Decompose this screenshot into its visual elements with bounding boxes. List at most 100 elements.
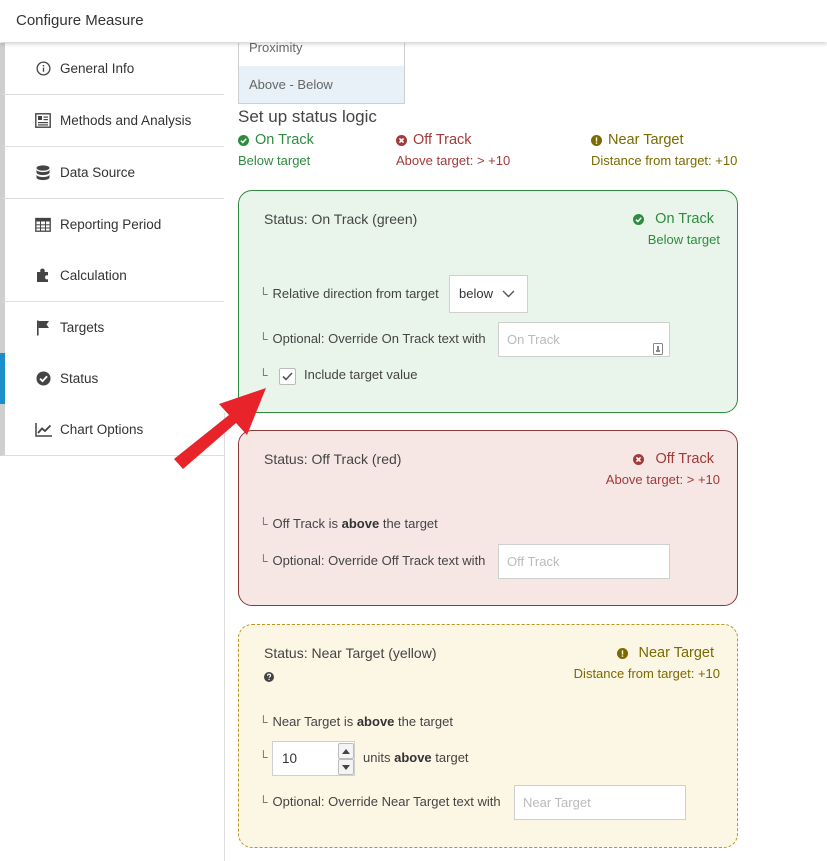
document-icon — [33, 111, 53, 131]
chevron-down-icon — [502, 276, 515, 312]
input-placeholder: Off Track — [507, 554, 560, 569]
sidebar-item-label: Reporting Period — [60, 217, 162, 232]
line-chart-icon — [33, 420, 53, 440]
card-badge-label: Near Target — [638, 645, 715, 661]
summary-on-track-sub: Below target — [238, 153, 311, 168]
override-row: └ Optional: Override Off Track text with — [259, 553, 485, 568]
check-circle-icon — [633, 213, 645, 225]
units-row: └ — [259, 749, 273, 764]
caret-down-icon — [342, 764, 350, 770]
rule-prefix: Off Track is — [272, 516, 339, 531]
dropdown-option-above-below[interactable]: Above - Below — [239, 66, 404, 103]
rule-row: └ Off Track is above the target — [259, 516, 438, 531]
units-direction: above — [394, 750, 432, 765]
direction-row: └ Relative direction from target — [259, 286, 439, 301]
on-track-override-input[interactable]: On Track — [498, 322, 670, 357]
status-logic-heading: Set up status logic — [238, 107, 377, 126]
include-target-checkbox[interactable] — [279, 368, 296, 385]
input-placeholder: Near Target — [523, 795, 591, 810]
card-status-badge: On Track — [633, 211, 714, 227]
checkmark-icon — [282, 369, 293, 384]
info-icon — [33, 59, 53, 79]
tree-corner-icon: └ — [259, 795, 268, 809]
card-badge-sub: Above target: > +10 — [605, 472, 720, 487]
override-label: Optional: Override On Track text with — [272, 331, 486, 346]
direction-select[interactable]: below — [449, 275, 528, 313]
sidebar-item-targets[interactable]: Targets — [0, 302, 224, 354]
sidebar-item-label: General Info — [60, 61, 135, 76]
summary-off-track-sub: Above target: > +10 — [396, 153, 511, 168]
near-target-override-input[interactable]: Near Target — [514, 785, 686, 820]
card-badge-sub: Distance from target: +10 — [573, 666, 720, 681]
summary-off-track: Off Track — [396, 132, 472, 148]
summary-near-target-sub: Distance from target: +10 — [591, 153, 738, 168]
override-label: Optional: Override Near Target text with — [272, 794, 501, 809]
card-title: Status: On Track (green) — [264, 211, 418, 227]
override-row: └ Optional: Override On Track text with — [259, 331, 486, 346]
lock-icon — [653, 334, 663, 367]
caret-up-icon — [342, 748, 350, 754]
sidebar-item-label: Status — [60, 371, 99, 386]
card-status-badge: Near Target — [616, 645, 715, 661]
units-value: 10 — [282, 751, 298, 766]
sidebar-item-methods-and-analysis[interactable]: Methods and Analysis — [0, 95, 224, 147]
near-target-card: Status: Near Target (yellow) Near Target… — [238, 624, 738, 848]
sidebar-item-label: Targets — [60, 320, 105, 335]
exclamation-circle-icon — [616, 647, 628, 659]
override-label: Optional: Override Off Track text with — [272, 553, 486, 568]
annotation-arrow-icon — [174, 388, 266, 469]
flag-icon — [33, 318, 53, 338]
rule-suffix: the target — [398, 714, 453, 729]
card-badge-sub: Below target — [647, 232, 720, 247]
tree-corner-icon: └ — [259, 554, 268, 568]
card-title: Status: Near Target (yellow) — [264, 645, 437, 661]
summary-off-track-label: Off Track — [413, 132, 472, 148]
sidebar-item-data-source[interactable]: Data Source — [0, 147, 224, 199]
sidebar-item-reporting-period[interactable]: Reporting Period — [0, 199, 224, 251]
sidebar-item-calculation[interactable]: Calculation — [0, 250, 224, 302]
include-target-label: Include target value — [304, 367, 418, 382]
summary-near-target: Near Target — [591, 132, 684, 148]
tree-corner-icon: └ — [259, 750, 268, 764]
card-title: Status: Off Track (red) — [264, 451, 402, 467]
help-icon[interactable] — [264, 672, 274, 682]
page-title: Configure Measure — [16, 12, 144, 29]
rule-prefix: Near Target is — [272, 714, 354, 729]
tree-corner-icon: └ — [259, 517, 268, 531]
rule-suffix: the target — [382, 516, 438, 531]
off-track-override-input[interactable]: Off Track — [498, 544, 670, 579]
card-badge-label: Off Track — [655, 451, 714, 467]
input-placeholder: On Track — [507, 332, 560, 347]
sidebar-item-general-info[interactable]: General Info — [0, 43, 224, 95]
tree-corner-icon: └ — [259, 715, 268, 729]
tree-corner-icon: └ — [259, 287, 268, 301]
method-dropdown-list[interactable]: Proximity Above - Below — [238, 41, 405, 104]
off-track-card: Status: Off Track (red) Off Track Above … — [238, 430, 738, 606]
x-circle-icon — [633, 453, 645, 465]
check-circle-icon — [33, 369, 53, 389]
top-bar: Configure Measure — [0, 0, 827, 42]
sidebar-item-label: Methods and Analysis — [60, 113, 192, 128]
content-divider — [224, 413, 225, 861]
check-circle-icon — [238, 134, 249, 146]
rule-direction: above — [356, 714, 395, 729]
puzzle-icon — [33, 266, 53, 286]
sidebar-item-label: Data Source — [60, 165, 136, 180]
stepper-down-button[interactable] — [338, 759, 354, 775]
database-icon — [33, 163, 53, 183]
summary-on-track: On Track — [238, 132, 314, 148]
card-status-badge: Off Track — [633, 451, 714, 467]
dropdown-option-proximity[interactable]: Proximity — [239, 41, 302, 64]
tree-corner-icon: └ — [259, 332, 268, 346]
summary-on-track-label: On Track — [255, 132, 314, 148]
stepper-up-button[interactable] — [338, 743, 354, 759]
x-circle-icon — [396, 134, 407, 146]
calendar-icon — [33, 215, 53, 235]
units-suffix: target — [435, 750, 469, 765]
direction-select-value: below — [459, 286, 493, 301]
sidebar-item-label: Calculation — [60, 268, 127, 283]
override-row: └ Optional: Override Near Target text wit… — [259, 794, 501, 809]
on-track-card: Status: On Track (green) On Track Below … — [238, 190, 738, 413]
rule-row: └ Near Target is above the target — [259, 714, 453, 729]
rule-direction: above — [341, 516, 380, 531]
